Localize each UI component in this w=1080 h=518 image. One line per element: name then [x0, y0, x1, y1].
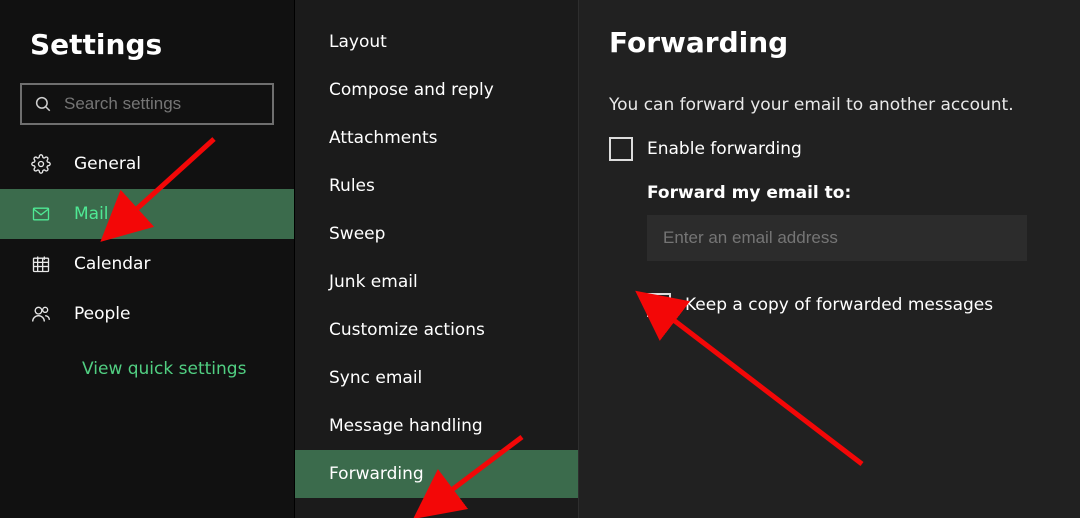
keep-copy-label: Keep a copy of forwarded messages	[685, 295, 993, 315]
sidebar-item-label: Calendar	[74, 254, 150, 274]
enable-forwarding-checkbox[interactable]	[609, 137, 633, 161]
sub-item-label: Attachments	[329, 128, 438, 148]
sub-item-customize-actions[interactable]: Customize actions	[295, 306, 578, 354]
settings-category-list: General Mail Calendar People	[0, 139, 294, 339]
page-title: Settings	[0, 0, 294, 83]
sidebar-item-people[interactable]: People	[0, 289, 294, 339]
sidebar-item-calendar[interactable]: Calendar	[0, 239, 294, 289]
keep-copy-row: Keep a copy of forwarded messages	[647, 293, 1080, 317]
sub-item-label: Message handling	[329, 416, 483, 436]
forward-to-label: Forward my email to:	[647, 183, 1080, 203]
sub-item-message-handling[interactable]: Message handling	[295, 402, 578, 450]
search-box[interactable]	[20, 83, 274, 125]
section-description: You can forward your email to another ac…	[609, 95, 1080, 115]
settings-sidebar: Settings General Mail	[0, 0, 294, 518]
sub-item-label: Sync email	[329, 368, 422, 388]
sub-item-label: Rules	[329, 176, 375, 196]
sub-item-sweep[interactable]: Sweep	[295, 210, 578, 258]
sub-item-label: Junk email	[329, 272, 418, 292]
forwarding-details: Forward my email to: Keep a copy of forw…	[609, 183, 1080, 317]
sidebar-item-mail[interactable]: Mail	[0, 189, 294, 239]
app-root: Settings General Mail	[0, 0, 1080, 518]
search-container	[0, 83, 294, 139]
search-input[interactable]	[64, 94, 260, 114]
keep-copy-checkbox[interactable]	[647, 293, 671, 317]
mail-settings-list: Layout Compose and reply Attachments Rul…	[295, 0, 578, 498]
enable-forwarding-label: Enable forwarding	[647, 139, 802, 159]
mail-icon	[30, 204, 52, 224]
sub-item-layout[interactable]: Layout	[295, 18, 578, 66]
search-icon	[34, 95, 52, 113]
people-icon	[30, 304, 52, 324]
enable-forwarding-row: Enable forwarding	[609, 137, 1080, 161]
sidebar-item-label: People	[74, 304, 130, 324]
view-quick-settings-link[interactable]: View quick settings	[0, 339, 294, 379]
calendar-icon	[30, 254, 52, 274]
sub-item-compose-reply[interactable]: Compose and reply	[295, 66, 578, 114]
settings-content: Forwarding You can forward your email to…	[579, 0, 1080, 518]
sub-item-label: Customize actions	[329, 320, 485, 340]
sub-item-rules[interactable]: Rules	[295, 162, 578, 210]
section-title: Forwarding	[609, 26, 1080, 95]
sub-item-sync-email[interactable]: Sync email	[295, 354, 578, 402]
sidebar-item-general[interactable]: General	[0, 139, 294, 189]
sub-item-label: Layout	[329, 32, 387, 52]
sub-item-label: Sweep	[329, 224, 385, 244]
sub-item-label: Forwarding	[329, 464, 424, 484]
gear-icon	[30, 154, 52, 174]
sub-item-label: Compose and reply	[329, 80, 494, 100]
sub-item-attachments[interactable]: Attachments	[295, 114, 578, 162]
sub-item-junk-email[interactable]: Junk email	[295, 258, 578, 306]
settings-subpanel: Layout Compose and reply Attachments Rul…	[294, 0, 579, 518]
forward-email-input[interactable]	[647, 215, 1027, 261]
sidebar-item-label: General	[74, 154, 141, 174]
sub-item-forwarding[interactable]: Forwarding	[295, 450, 578, 498]
sidebar-item-label: Mail	[74, 204, 109, 224]
